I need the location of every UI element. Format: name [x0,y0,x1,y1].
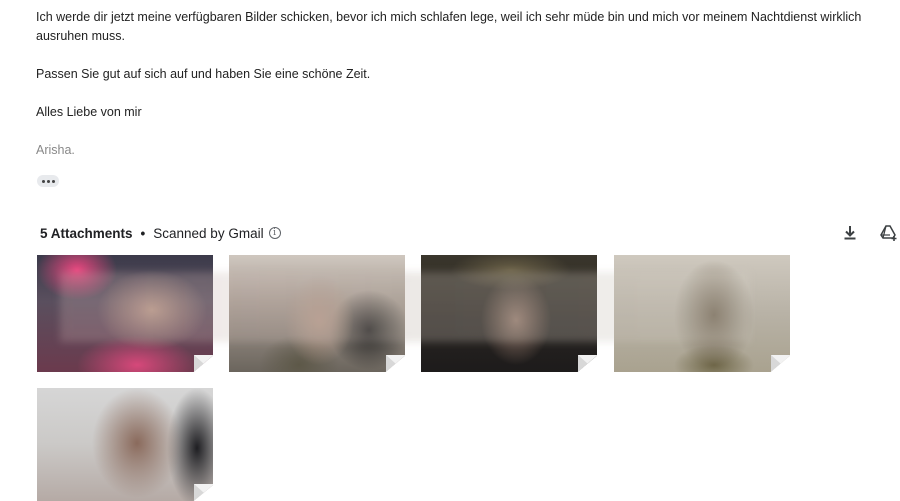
attachments-header: 5 Attachments • Scanned by Gmail i [40,224,281,242]
download-icon [844,226,856,240]
email-view: Ich werde dir jetzt meine verfügbaren Bi… [0,0,900,501]
more-horizontal-icon-dot [51,179,55,183]
email-paragraph: Alles Liebe von mir [36,105,142,119]
show-trimmed-content-button[interactable] [37,175,59,187]
more-horizontal-icon [41,179,45,183]
attachments-count: 5 Attachments [40,225,133,241]
attachment-thumbnail-2[interactable] [229,255,405,372]
attachment-thumbnail-1[interactable] [37,255,213,372]
add-to-drive-icon [880,225,897,241]
scanned-by-gmail-label: Scanned by Gmail [153,225,264,241]
email-paragraph: Ich werde dir jetzt meine verfügbaren Bi… [36,10,862,43]
download-all-button[interactable] [839,222,861,244]
attachment-thumbnail-3[interactable] [421,255,597,372]
page-fold-icon [386,355,405,372]
add-all-to-drive-button[interactable] [878,222,900,244]
more-horizontal-icon-dot [46,179,50,183]
page-fold-icon [194,484,213,501]
attachment-thumbnail-5[interactable] [37,388,213,501]
email-paragraph: Passen Sie gut auf sich auf und haben Si… [36,67,371,81]
page-fold-icon [771,355,790,372]
email-body: Ich werde dir jetzt meine verfügbaren Bi… [36,8,896,179]
email-signature: Arisha. [36,143,75,157]
page-fold-icon [194,355,213,372]
page-fold-icon [578,355,597,372]
info-icon[interactable]: i [268,227,281,239]
attachment-thumbnail-4[interactable] [614,255,790,372]
separator-dot: • [140,225,146,241]
